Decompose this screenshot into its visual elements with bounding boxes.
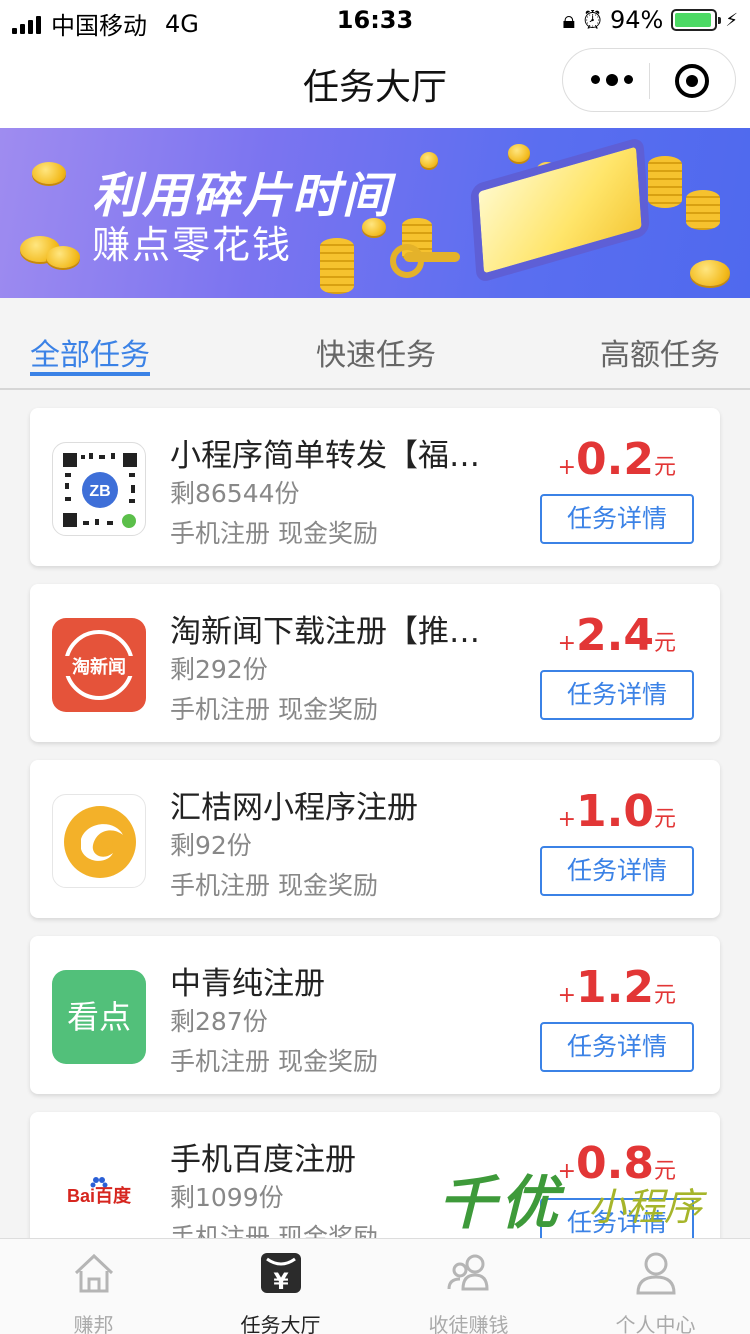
reward-amount: 0.2 (576, 434, 654, 485)
status-bar: 中国移动 4G 16:33 🔒︎ ⏰︎ 94% ⚡ (0, 0, 750, 40)
task-remaining: 剩92份 (170, 831, 252, 860)
task-detail-button[interactable]: 任务详情 (540, 846, 694, 896)
kandian-logo-icon: 看点 (52, 970, 146, 1064)
svg-text:¥: ¥ (273, 1270, 289, 1295)
taoxinwen-logo-icon: 淘新闻 (52, 618, 146, 712)
task-reward: +1.2元 (558, 962, 676, 1013)
banner-subheadline: 赚点零花钱 (92, 223, 293, 267)
task-reward: +2.4元 (558, 610, 676, 661)
bottom-tab-bar: 赚邦 ¥ 任务大厅 收徒赚钱 个人中心 (0, 1238, 750, 1334)
task-card[interactable]: 淘新闻 淘新闻下载注册【推… 剩292份 手机注册 现金奖励 +2.4元 任务详… (30, 584, 720, 742)
users-icon (447, 1254, 489, 1291)
tabbar-label: 个人中心 (615, 1313, 696, 1334)
task-card[interactable]: 看点 中青纯注册 剩287份 手机注册 现金奖励 +1.2元 任务详情 (30, 936, 720, 1094)
task-detail-button[interactable]: 任务详情 (540, 670, 694, 720)
charging-icon: ⚡ (725, 9, 738, 31)
task-card[interactable]: 汇桔网小程序注册 剩92份 手机注册 现金奖励 +1.0元 任务详情 (30, 760, 720, 918)
reward-plus: + (557, 807, 577, 832)
tabbar-item-task-hall[interactable]: ¥ 任务大厅 (187, 1239, 374, 1334)
coin-decoration (32, 162, 66, 184)
task-detail-button[interactable]: 任务详情 (540, 1022, 694, 1072)
key-illustration (390, 244, 460, 278)
active-tab-indicator (30, 372, 150, 376)
task-title: 汇桔网小程序注册 (170, 790, 418, 826)
reward-unit: 元 (653, 631, 676, 656)
task-title: 淘新闻下载注册【推… (170, 614, 480, 650)
alarm-icon: ⏰︎ (583, 6, 603, 34)
phone-illustration (470, 136, 650, 284)
battery-percent: 94% (610, 6, 664, 34)
reward-amount: 0.8 (576, 1138, 654, 1189)
task-remaining: 剩287份 (170, 1007, 268, 1036)
tab-all-tasks[interactable]: 全部任务 (30, 330, 150, 374)
more-icon[interactable] (591, 73, 633, 86)
coin-stack-decoration (686, 190, 720, 230)
task-remaining: 剩86544份 (170, 479, 300, 508)
wallet-yen-icon: ¥ (261, 1253, 301, 1295)
reward-unit: 元 (653, 455, 676, 480)
tabbar-label: 赚邦 (73, 1313, 114, 1334)
kandian-logo-text: 看点 (67, 998, 131, 1036)
nav-bar: 任务大厅 (0, 40, 750, 128)
battery-icon (671, 9, 722, 31)
task-reward: +1.0元 (558, 786, 676, 837)
task-tags: 手机注册 现金奖励 (170, 695, 378, 724)
coin-decoration (420, 152, 438, 168)
task-filter-tabs: 全部任务 快速任务 高额任务 (0, 298, 750, 390)
task-tags: 手机注册 现金奖励 (170, 519, 378, 548)
task-tags: 手机注册 现金奖励 (170, 871, 378, 900)
tabbar-item-profile[interactable]: 个人中心 (562, 1239, 749, 1334)
coin-stack-decoration (320, 238, 354, 294)
reward-unit: 元 (653, 807, 676, 832)
tabbar-item-recruit[interactable]: 收徒赚钱 (375, 1239, 562, 1334)
qr-code-icon: ZB (52, 442, 146, 536)
coin-decoration (508, 144, 530, 162)
tabbar-item-zhuanbang[interactable]: 赚邦 (0, 1239, 187, 1334)
baidu-logo-icon: Bai百度 (52, 1146, 146, 1240)
status-right: 🔒︎ ⏰︎ 94% ⚡ (563, 6, 739, 34)
miniprogram-capsule (562, 48, 736, 112)
orientation-lock-icon: 🔒︎ (562, 6, 576, 34)
task-reward: +0.8元 (558, 1138, 676, 1189)
close-miniprogram-icon[interactable] (675, 64, 709, 98)
reward-plus: + (557, 983, 577, 1008)
home-icon (74, 1253, 114, 1293)
capsule-divider (649, 63, 650, 99)
reward-plus: + (557, 631, 577, 656)
task-title: 手机百度注册 (170, 1142, 356, 1178)
task-reward: +0.2元 (558, 434, 676, 485)
task-detail-button[interactable]: 任务详情 (540, 494, 694, 544)
tab-high-reward-tasks[interactable]: 高额任务 (600, 330, 720, 374)
tabbar-label: 收徒赚钱 (428, 1313, 509, 1334)
coin-stack-decoration (648, 156, 682, 208)
reward-amount: 1.0 (576, 786, 654, 837)
task-card[interactable]: ZB 小程序简单转发【福… 剩86544份 手机注册 现金奖励 +0.2元 任务… (30, 408, 720, 566)
coin-decoration (46, 246, 80, 268)
task-remaining: 剩292份 (170, 655, 268, 684)
baidu-logo-text: Bai百度 (67, 1185, 132, 1206)
taoxinwen-logo-text: 淘新闻 (72, 656, 126, 678)
qr-logo-text: ZB (89, 483, 110, 500)
person-icon (636, 1252, 676, 1295)
task-tags: 手机注册 现金奖励 (170, 1047, 378, 1076)
reward-amount: 1.2 (576, 962, 654, 1013)
promo-banner[interactable]: 利用碎片时间 赚点零花钱 (0, 128, 750, 298)
tab-quick-tasks[interactable]: 快速任务 (316, 330, 436, 374)
task-title: 中青纯注册 (170, 966, 325, 1002)
task-remaining: 剩1099份 (170, 1183, 284, 1212)
huijie-logo-icon (52, 794, 146, 888)
task-title: 小程序简单转发【福… (170, 438, 480, 474)
coin-decoration (690, 260, 730, 286)
reward-amount: 2.4 (576, 610, 654, 661)
reward-plus: + (557, 455, 577, 480)
reward-unit: 元 (653, 1159, 676, 1184)
reward-plus: + (557, 1159, 577, 1184)
reward-unit: 元 (653, 983, 676, 1008)
tabbar-label: 任务大厅 (240, 1313, 321, 1334)
